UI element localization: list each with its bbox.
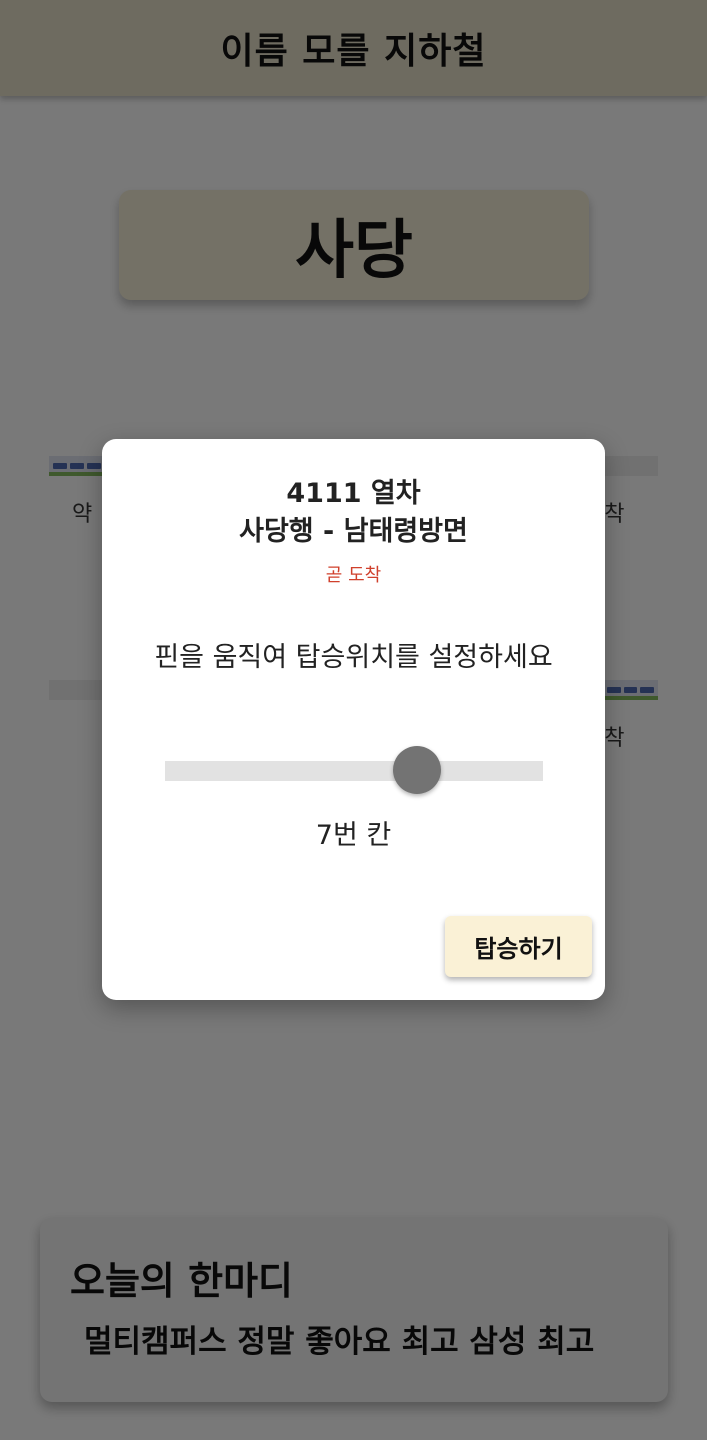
arrival-status: 곧 도착 [325,565,382,586]
train-number: 4111 열차 [286,478,421,509]
slider-fill [165,761,417,781]
slider-thumb[interactable] [393,746,441,794]
car-position-value: 7번 칸 [315,820,392,851]
car-position-slider[interactable] [165,746,543,794]
boarding-instruction: 핀을 움직여 탑승위치를 설정하세요 [154,642,553,673]
train-direction: 사당행 - 남태령방면 [239,516,468,547]
board-button[interactable]: 탑승하기 [445,916,592,977]
boarding-dialog: 4111 열차 사당행 - 남태령방면 곧 도착 핀을 움직여 탑승위치를 설정… [102,439,605,1000]
